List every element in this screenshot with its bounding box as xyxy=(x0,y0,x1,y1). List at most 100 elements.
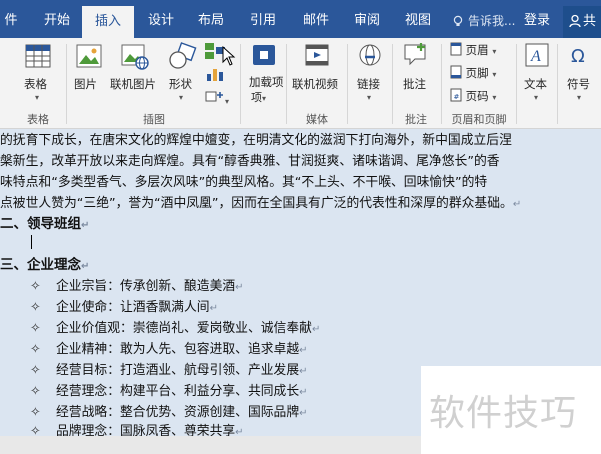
header-label: 页眉 xyxy=(465,43,489,57)
online-video-button[interactable]: 联机视频 xyxy=(290,38,344,108)
list-item: ✧ 经营目标：打造酒业、航母引领、产业发展↵ xyxy=(30,363,308,378)
body-paragraph-line: 的抚育下成长，在唐宋文化的辉煌中嬗变，在明清文化的滋润下打向海外，新中国成立后涅 xyxy=(0,133,512,148)
group-separator xyxy=(516,44,517,124)
screenshot-icon xyxy=(205,91,223,102)
group-separator xyxy=(66,44,67,124)
text-button[interactable]: A 文本 ▾ xyxy=(520,38,554,108)
tell-me-box[interactable]: 告诉我... xyxy=(452,0,515,38)
body-paragraph-line: 味特点和“多类型香气、多层次风味”的典型风格。其“不上头、不干喉、回味愉快”的特 xyxy=(0,175,488,190)
text-cursor xyxy=(31,235,32,249)
chevron-down-icon: ▾ xyxy=(492,70,497,79)
diamond-bullet-icon: ✧ xyxy=(30,279,41,294)
chart-icon xyxy=(207,69,223,81)
chevron-down-icon: ▾ xyxy=(179,93,184,102)
list-item: ✧ 企业精神：敢为人先、包容进取、追求卓越↵ xyxy=(30,342,308,357)
tab-file[interactable]: 件 xyxy=(0,0,22,38)
table-button[interactable]: 表格 ▾ xyxy=(20,38,56,108)
body-paragraph-line: 点被世人赞为“三绝”，誉为“酒中凤凰”，因而在全国具有广泛的代表性和深厚的群众基… xyxy=(0,196,522,211)
shapes-icon xyxy=(169,42,197,69)
heading-corporate-philosophy: 三、企业理念↵ xyxy=(0,257,90,273)
link-icon xyxy=(359,44,381,66)
group-label-illustrations: 插图 xyxy=(143,113,165,126)
header-icon xyxy=(450,42,462,56)
mouse-pointer-icon xyxy=(222,45,236,69)
footer-button[interactable]: 页脚 ▾ xyxy=(450,65,496,81)
heading-leadership: 二、领导班组↵ xyxy=(0,216,90,232)
symbol-button[interactable]: Ω 符号 ▾ xyxy=(562,38,598,108)
page-number-button[interactable]: # 页码 ▾ xyxy=(450,88,496,104)
header-button[interactable]: 页眉 ▾ xyxy=(450,42,496,58)
group-label-tables: 表格 xyxy=(27,113,49,126)
svg-text:A: A xyxy=(530,48,541,65)
diamond-bullet-icon: ✧ xyxy=(30,342,41,357)
person-icon xyxy=(569,14,581,28)
group-separator xyxy=(441,44,442,124)
ribbon-insert: 表格 ▾ 表格 图片 联机图片 形状 ▾ ▾ 插图 加载项 项▾ 联机视频 媒体… xyxy=(0,38,601,129)
share-label: 共 xyxy=(583,14,597,29)
group-label-comments: 批注 xyxy=(405,113,427,126)
group-separator xyxy=(240,44,241,124)
lightbulb-icon xyxy=(453,15,463,26)
shapes-button[interactable]: 形状 ▾ xyxy=(166,38,200,108)
chevron-down-icon: ▾ xyxy=(367,93,372,102)
group-separator xyxy=(557,44,558,124)
group-separator xyxy=(392,44,393,124)
online-picture-button[interactable]: 联机图片 xyxy=(108,38,164,108)
ribbon-tab-bar: 件 开始 插入 设计 布局 引用 邮件 审阅 视图 告诉我... 登录 共 xyxy=(0,0,601,38)
list-item: ✧ 经营战略：整合优势、资源创建、国际品牌↵ xyxy=(30,405,308,420)
diamond-bullet-icon: ✧ xyxy=(30,405,41,420)
shapes-label: 形状 xyxy=(169,77,192,91)
list-item: ✧ 企业宗旨：传承创新、酿造美酒↵ xyxy=(30,279,244,294)
group-label-media: 媒体 xyxy=(306,113,328,126)
chevron-down-icon: ▾ xyxy=(35,93,40,102)
tab-home[interactable]: 开始 xyxy=(34,0,80,38)
group-label-header-footer: 页眉和页脚 xyxy=(451,113,507,126)
addins-label: 加载项 xyxy=(249,75,284,89)
share-button[interactable]: 共 xyxy=(563,6,601,38)
diamond-bullet-icon: ✧ xyxy=(30,363,41,378)
tab-layout[interactable]: 布局 xyxy=(188,0,234,38)
addins-label-2: 项▾ xyxy=(251,91,267,104)
diamond-bullet-icon: ✧ xyxy=(30,300,41,315)
addins-button[interactable]: 加载项 项▾ xyxy=(244,38,284,108)
chevron-down-icon: ▾ xyxy=(225,97,230,106)
chart-button[interactable] xyxy=(206,66,224,85)
chevron-down-icon: ▾ xyxy=(492,47,497,56)
picture-label: 图片 xyxy=(74,77,97,91)
list-item: ✧ 企业使命：让酒香飘满人间↵ xyxy=(30,300,218,315)
tab-references[interactable]: 引用 xyxy=(240,0,286,38)
tab-review[interactable]: 审阅 xyxy=(344,0,390,38)
screenshot-button[interactable]: ▾ xyxy=(205,88,229,107)
watermark: 软件技巧 xyxy=(421,366,601,454)
omega-icon: Ω xyxy=(571,46,585,67)
chevron-down-icon: ▾ xyxy=(577,93,582,102)
comment-icon xyxy=(404,43,426,66)
chevron-down-icon: ▾ xyxy=(492,93,497,102)
comment-label: 批注 xyxy=(403,77,426,91)
online-video-icon xyxy=(305,44,329,66)
diamond-bullet-icon: ✧ xyxy=(30,384,41,399)
login-link[interactable]: 登录 xyxy=(524,0,550,38)
list-item: ✧ 经营理念：构建平台、利益分享、共同成长↵ xyxy=(30,384,308,399)
tell-me-text: 告诉我... xyxy=(468,14,516,28)
comment-button[interactable]: 批注 xyxy=(396,38,436,108)
text-label: 文本 xyxy=(524,77,547,91)
picture-button[interactable]: 图片 xyxy=(72,38,106,108)
tab-insert[interactable]: 插入 xyxy=(82,6,134,38)
diamond-bullet-icon: ✧ xyxy=(30,321,41,336)
chevron-down-icon: ▾ xyxy=(534,93,539,102)
table-label: 表格 xyxy=(24,77,47,91)
online-picture-icon xyxy=(121,44,149,70)
link-button[interactable]: 链接 ▾ xyxy=(352,38,388,108)
footer-label: 页脚 xyxy=(465,66,489,80)
footer-icon xyxy=(450,65,462,79)
tab-mailings[interactable]: 邮件 xyxy=(293,0,339,38)
link-label: 链接 xyxy=(357,77,380,91)
text-box-icon: A xyxy=(525,43,549,67)
symbol-label: 符号 xyxy=(567,77,590,91)
picture-icon xyxy=(76,44,102,68)
tab-design[interactable]: 设计 xyxy=(138,0,184,38)
tab-view[interactable]: 视图 xyxy=(395,0,441,38)
online-picture-label: 联机图片 xyxy=(110,77,156,91)
table-icon xyxy=(25,44,51,68)
